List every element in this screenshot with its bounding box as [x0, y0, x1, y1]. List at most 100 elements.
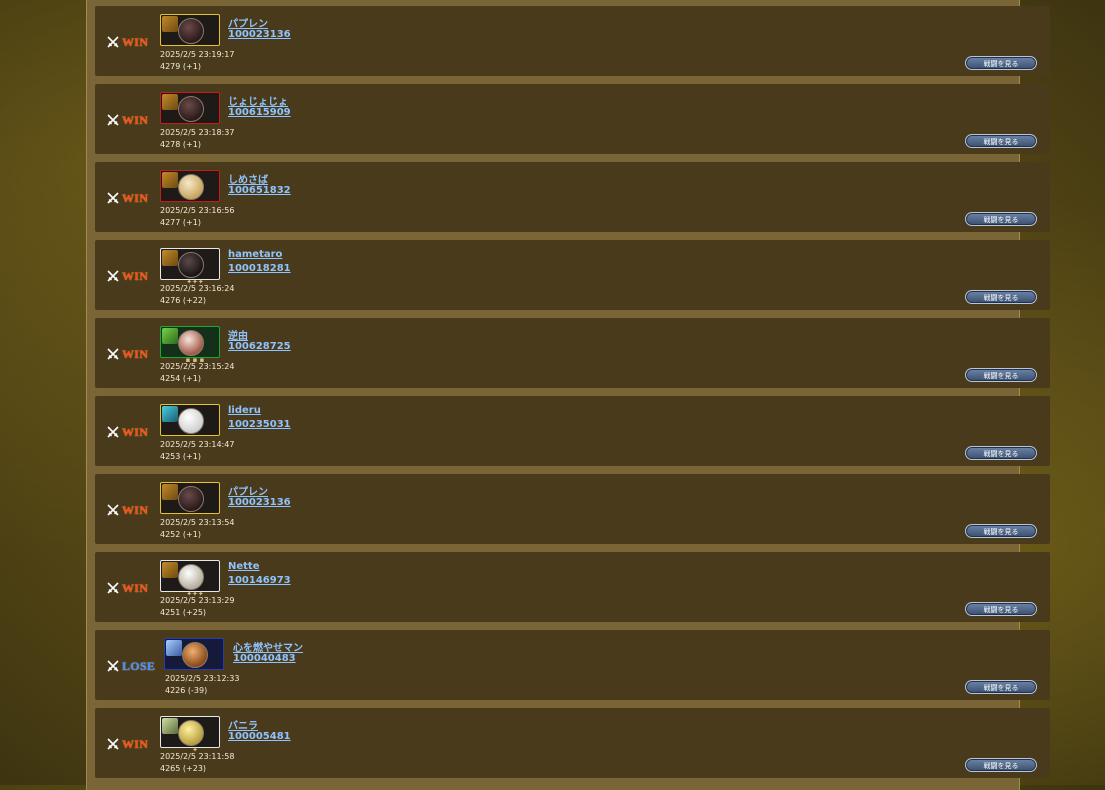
- crossed-swords-icon: [107, 582, 119, 594]
- unit-icon: [162, 94, 178, 110]
- view-battle-button[interactable]: 戦闘を見る: [965, 524, 1037, 538]
- player-id-link[interactable]: 100023136: [228, 497, 291, 508]
- player-name-link[interactable]: 心を燃やせマン: [233, 639, 303, 654]
- player-id-link[interactable]: 100005481: [228, 731, 291, 742]
- battle-record: WIN パプレン 100023136 2025/2/5 23:19:17 427…: [95, 6, 1050, 76]
- result-label: WIN: [122, 190, 149, 205]
- player-name-link[interactable]: 逆由: [228, 327, 248, 342]
- crossed-swords-icon: [107, 348, 119, 360]
- player-icon-frame[interactable]: ✦: [160, 716, 220, 754]
- player-icon-frame[interactable]: ✦✦✦: [160, 248, 220, 286]
- unit-icon: [162, 562, 178, 578]
- avatar: [182, 642, 208, 668]
- player-icon-frame[interactable]: [160, 14, 220, 46]
- result-label: WIN: [122, 424, 149, 439]
- result-indicator: WIN: [107, 737, 148, 751]
- unit-icon: [162, 406, 178, 422]
- player-icon-frame[interactable]: [160, 404, 220, 436]
- view-battle-button[interactable]: 戦闘を見る: [965, 290, 1037, 304]
- unit-icon: [162, 172, 178, 188]
- avatar: [178, 486, 204, 512]
- view-battle-button[interactable]: 戦闘を見る: [965, 602, 1037, 616]
- rating-score: 4254 (+1): [160, 374, 201, 383]
- player-icon-frame[interactable]: [164, 638, 224, 670]
- view-battle-button[interactable]: 戦闘を見る: [965, 758, 1037, 772]
- player-name-link[interactable]: パプレン: [228, 15, 268, 30]
- avatar: [178, 252, 204, 278]
- crossed-swords-icon: [107, 426, 119, 438]
- result-label: WIN: [122, 34, 149, 49]
- view-battle-button[interactable]: 戦闘を見る: [965, 368, 1037, 382]
- player-name-link[interactable]: パプレン: [228, 483, 268, 498]
- view-battle-button[interactable]: 戦闘を見る: [965, 680, 1037, 694]
- battle-record: WIN じょじょじょ 100615909 2025/2/5 23:18:37 4…: [95, 84, 1050, 154]
- player-icon-frame[interactable]: [160, 92, 220, 124]
- rating-score: 4226 (-39): [165, 686, 208, 695]
- view-battle-button[interactable]: 戦闘を見る: [965, 134, 1037, 148]
- result-label: WIN: [122, 346, 149, 361]
- result-indicator: WIN: [107, 347, 148, 361]
- view-battle-button[interactable]: 戦闘を見る: [965, 56, 1037, 70]
- crossed-swords-icon: [107, 660, 119, 672]
- unit-icon: [166, 640, 182, 656]
- player-id-link[interactable]: 100146973: [228, 575, 291, 586]
- battle-record: WIN ▪ ▪ ▪ 逆由 100628725 2025/2/5 23:15:24…: [95, 318, 1050, 388]
- rating-score: 4253 (+1): [160, 452, 201, 461]
- player-name-link[interactable]: lideru: [228, 405, 261, 416]
- rating-score: 4279 (+1): [160, 62, 201, 71]
- result-indicator: WIN: [107, 269, 148, 283]
- player-name-link[interactable]: しめさば: [228, 171, 268, 186]
- result-label: WIN: [122, 736, 149, 751]
- result-indicator: WIN: [107, 113, 148, 127]
- view-battle-button[interactable]: 戦闘を見る: [965, 446, 1037, 460]
- avatar: [178, 96, 204, 122]
- player-id-link[interactable]: 100615909: [228, 107, 291, 118]
- view-battle-button[interactable]: 戦闘を見る: [965, 212, 1037, 226]
- player-name-link[interactable]: Nette: [228, 561, 260, 572]
- battle-time: 2025/2/5 23:12:33: [165, 674, 240, 683]
- player-icon-frame[interactable]: [160, 170, 220, 202]
- player-name-link[interactable]: じょじょじょ: [228, 93, 288, 108]
- unit-icon: [162, 328, 178, 344]
- player-id-link[interactable]: 100040483: [233, 653, 296, 664]
- player-id-link[interactable]: 100235031: [228, 419, 291, 430]
- player-id-link[interactable]: 100023136: [228, 29, 291, 40]
- crossed-swords-icon: [107, 738, 119, 750]
- result-label: WIN: [122, 268, 149, 283]
- result-label: LOSE: [122, 658, 156, 673]
- result-indicator: WIN: [107, 425, 148, 439]
- avatar: [178, 564, 204, 590]
- battle-record: LOSE 心を燃やせマン 100040483 2025/2/5 23:12:33…: [95, 630, 1050, 700]
- player-id-link[interactable]: 100628725: [228, 341, 291, 352]
- player-name-link[interactable]: hametaro: [228, 249, 282, 260]
- player-id-link[interactable]: 100018281: [228, 263, 291, 274]
- result-indicator: WIN: [107, 35, 148, 49]
- battle-time: 2025/2/5 23:13:54: [160, 518, 235, 527]
- crossed-swords-icon: [107, 114, 119, 126]
- result-label: WIN: [122, 502, 149, 517]
- rating-score: 4252 (+1): [160, 530, 201, 539]
- avatar: [178, 174, 204, 200]
- battle-time: 2025/2/5 23:15:24: [160, 362, 235, 371]
- battle-record: WIN しめさば 100651832 2025/2/5 23:16:56 427…: [95, 162, 1050, 232]
- player-name-link[interactable]: バニラ: [228, 717, 258, 732]
- battle-record: WIN ✦✦✦ Nette 100146973 2025/2/5 23:13:2…: [95, 552, 1050, 622]
- avatar: [178, 330, 204, 356]
- battle-record: WIN パプレン 100023136 2025/2/5 23:13:54 425…: [95, 474, 1050, 544]
- battle-time: 2025/2/5 23:13:29: [160, 596, 235, 605]
- avatar: [178, 720, 204, 746]
- battle-time: 2025/2/5 23:11:58: [160, 752, 235, 761]
- player-icon-frame[interactable]: [160, 482, 220, 514]
- battle-record: WIN ✦✦✦ hametaro 100018281 2025/2/5 23:1…: [95, 240, 1050, 310]
- battle-time: 2025/2/5 23:18:37: [160, 128, 235, 137]
- unit-icon: [162, 250, 178, 266]
- rating-score: 4276 (+22): [160, 296, 207, 305]
- avatar: [178, 408, 204, 434]
- battle-record: WIN ✦ バニラ 100005481 2025/2/5 23:11:58 42…: [95, 708, 1050, 778]
- battle-time: 2025/2/5 23:14:47: [160, 440, 235, 449]
- player-icon-frame[interactable]: ▪ ▪ ▪: [160, 326, 220, 364]
- player-id-link[interactable]: 100651832: [228, 185, 291, 196]
- avatar: [178, 18, 204, 44]
- rating-score: 4265 (+23): [160, 764, 207, 773]
- player-icon-frame[interactable]: ✦✦✦: [160, 560, 220, 598]
